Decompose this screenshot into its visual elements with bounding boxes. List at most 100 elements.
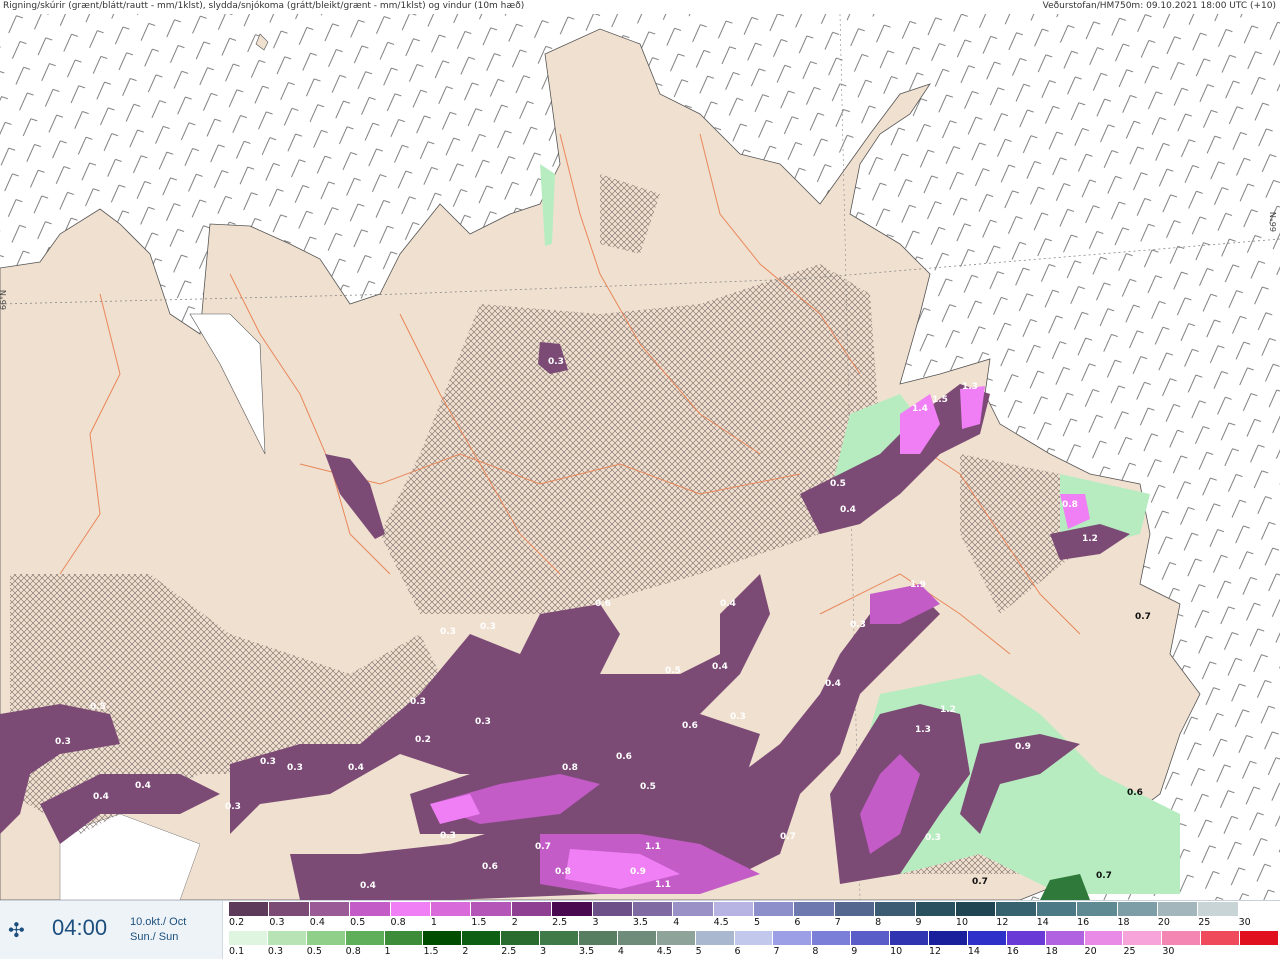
rain-swatch xyxy=(734,931,774,945)
snow-scale-label: 3.5 xyxy=(632,917,648,928)
rain-scale-label: 0.8 xyxy=(345,946,361,957)
map-header: Rigning/skúrir (grænt/blátt/rautt - mm/1… xyxy=(0,0,1280,14)
rain-color-scale xyxy=(229,931,1280,945)
lat-label-right: 66°N xyxy=(1269,212,1278,232)
rain-scale-label: 7 xyxy=(773,946,780,957)
precip-value: 0.8 xyxy=(1062,500,1078,510)
map-title: Rigning/skúrir (grænt/blátt/rautt - mm/1… xyxy=(3,1,525,11)
rain-swatch xyxy=(1084,931,1124,945)
snow-scale-label: 0.2 xyxy=(229,917,245,928)
precip-value: 0.4 xyxy=(348,763,364,773)
rain-scale-label: 14 xyxy=(967,946,980,957)
precip-value: 1.4 xyxy=(912,404,928,414)
snow-swatch xyxy=(309,902,351,916)
snow-scale-label: 2 xyxy=(511,917,518,928)
snow-swatch xyxy=(1036,902,1078,916)
snow-scale-label: 0.8 xyxy=(390,917,406,928)
rain-scale-label: 20 xyxy=(1084,946,1097,957)
snow-swatch xyxy=(956,902,997,916)
rain-swatch xyxy=(812,931,852,945)
rain-swatch xyxy=(306,931,346,945)
precip-value: 0.5 xyxy=(830,479,846,489)
precip-value: 0.3 xyxy=(287,763,303,773)
rain-swatch xyxy=(773,931,813,945)
precip-value: 0.4 xyxy=(360,881,376,891)
rain-scale-label: 2 xyxy=(462,946,469,957)
snow-swatch xyxy=(1157,902,1199,916)
rain-scale-label: 3.5 xyxy=(579,946,595,957)
rain-scale-label: 5 xyxy=(695,946,702,957)
rain-scale-label: 6 xyxy=(734,946,741,957)
rain-swatch xyxy=(462,931,502,945)
snow-scale-label: 30 xyxy=(1238,917,1251,928)
snow-swatch xyxy=(632,902,674,916)
precip-value: 0.7 xyxy=(972,877,988,887)
precip-value: 0.3 xyxy=(55,737,71,747)
snow-scale-label: 0.3 xyxy=(269,917,285,928)
rain-scale-label: 12 xyxy=(929,946,942,957)
precip-value: 0.3 xyxy=(475,717,491,727)
precip-value: 0.9 xyxy=(1015,742,1031,752)
snow-scale-label: 14 xyxy=(1036,917,1049,928)
snow-scale-label: 9 xyxy=(915,917,922,928)
precip-value: 0.8 xyxy=(562,763,578,773)
snow-swatch xyxy=(269,902,310,916)
rain-swatch xyxy=(345,931,385,945)
snow-swatch xyxy=(834,902,876,916)
rain-swatch xyxy=(890,931,930,945)
snow-scale-label: 8 xyxy=(875,917,882,928)
snow-scale-label: 4 xyxy=(673,917,680,928)
snow-swatch xyxy=(794,902,835,916)
precip-value: 0.5 xyxy=(665,666,681,676)
precip-value: 0.6 xyxy=(482,862,498,872)
precip-value: 0.7 xyxy=(535,842,551,852)
rain-swatch xyxy=(1045,931,1085,945)
snow-swatch xyxy=(915,902,957,916)
rain-swatch xyxy=(1240,931,1280,945)
rain-scale-label: 1.5 xyxy=(423,946,439,957)
precip-value: 1.1 xyxy=(655,880,671,890)
snow-scale-label: 25 xyxy=(1198,917,1211,928)
rain-scale-label: 30 xyxy=(1162,946,1175,957)
snow-scale-label: 20 xyxy=(1157,917,1170,928)
time-play-icon[interactable]: ✣ xyxy=(8,918,25,942)
precip-value: 0.4 xyxy=(825,679,841,689)
precip-value: 0.7 xyxy=(1096,871,1112,881)
rain-scale-label: 1 xyxy=(384,946,391,957)
precip-value: 0.7 xyxy=(780,832,796,842)
rain-swatch xyxy=(1201,931,1241,945)
rain-scale-label: 10 xyxy=(890,946,903,957)
precip-value: 0.3 xyxy=(925,833,941,843)
precip-value: 0.5 xyxy=(640,782,656,792)
snow-scale-label: 18 xyxy=(1117,917,1130,928)
precip-value: 0.5 xyxy=(90,702,106,712)
rain-scale-label: 16 xyxy=(1006,946,1019,957)
rain-swatch xyxy=(267,931,307,945)
snow-swatch xyxy=(592,902,633,916)
precip-value: 0.2 xyxy=(415,735,431,745)
snow-swatch xyxy=(430,902,472,916)
snow-scale-label: 6 xyxy=(794,917,801,928)
snow-swatch xyxy=(229,902,270,916)
weather-map[interactable]: 66°N 66°N 0.3 0.3 0.6 0.4 0.3 0.5 0.4 1.… xyxy=(0,13,1280,901)
snow-scale-labels: 0.2 0.3 0.4 0.5 0.8 1 1.5 2 2.5 3 3.5 4 4.5 5 6 7 8 9 10 12… xyxy=(229,917,1279,929)
snow-scale-label: 4.5 xyxy=(713,917,729,928)
snow-color-scale xyxy=(229,902,1280,916)
precip-value: 0.9 xyxy=(630,867,646,877)
snow-swatch xyxy=(471,902,512,916)
snow-scale-label: 1 xyxy=(430,917,437,928)
forecast-time: 04:00 xyxy=(52,915,108,940)
precip-value: 0.7 xyxy=(1135,612,1151,622)
snow-scale-label: 5 xyxy=(754,917,761,928)
rain-swatch xyxy=(423,931,463,945)
precip-value: 0.4 xyxy=(712,662,728,672)
snow-scale-label: 7 xyxy=(834,917,841,928)
precip-value: 0.4 xyxy=(135,781,151,791)
precip-value: 0.3 xyxy=(440,831,456,841)
precip-value: 0.3 xyxy=(548,357,564,367)
snow-scale-label: 0.4 xyxy=(309,917,325,928)
snow-scale-label: 3 xyxy=(592,917,599,928)
precip-value: 1.1 xyxy=(645,842,661,852)
rain-swatch xyxy=(1162,931,1202,945)
snow-scale-label: 16 xyxy=(1077,917,1090,928)
